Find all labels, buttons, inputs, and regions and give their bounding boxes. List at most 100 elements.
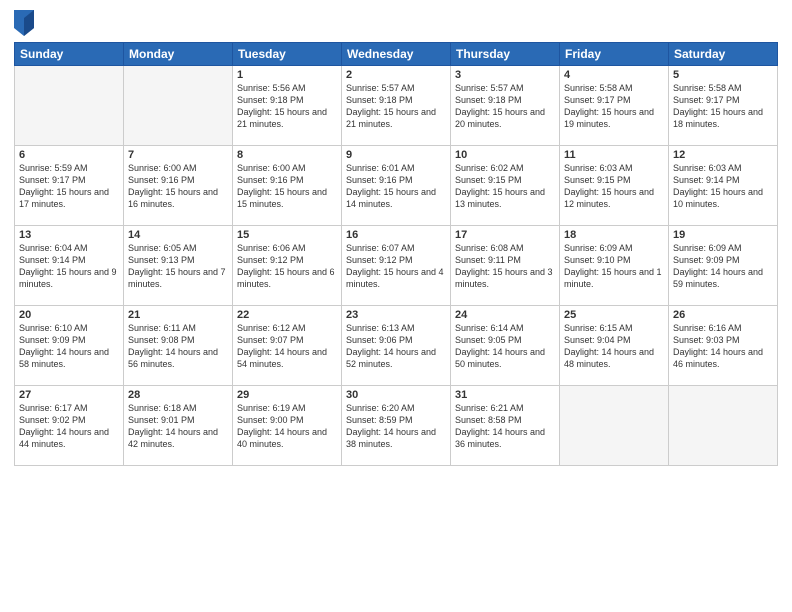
day-number: 8 bbox=[237, 149, 337, 161]
calendar-day-cell: 27 Sunrise: 6:17 AM Sunset: 9:02 PM Dayl… bbox=[15, 386, 124, 466]
day-number: 12 bbox=[673, 149, 773, 161]
calendar-day-cell: 7 Sunrise: 6:00 AM Sunset: 9:16 PM Dayli… bbox=[124, 146, 233, 226]
day-number: 21 bbox=[128, 309, 228, 321]
calendar-day-cell: 26 Sunrise: 6:16 AM Sunset: 9:03 PM Dayl… bbox=[669, 306, 778, 386]
day-number: 18 bbox=[564, 229, 664, 241]
logo-icon bbox=[14, 10, 34, 36]
day-info: Sunrise: 5:56 AM Sunset: 9:18 PM Dayligh… bbox=[237, 82, 337, 131]
calendar-day-cell: 10 Sunrise: 6:02 AM Sunset: 9:15 PM Dayl… bbox=[451, 146, 560, 226]
calendar-day-cell: 29 Sunrise: 6:19 AM Sunset: 9:00 PM Dayl… bbox=[233, 386, 342, 466]
calendar-day-cell: 6 Sunrise: 5:59 AM Sunset: 9:17 PM Dayli… bbox=[15, 146, 124, 226]
day-number: 25 bbox=[564, 309, 664, 321]
weekday-header-cell: Wednesday bbox=[342, 43, 451, 66]
day-info: Sunrise: 6:11 AM Sunset: 9:08 PM Dayligh… bbox=[128, 322, 228, 371]
day-number: 3 bbox=[455, 69, 555, 81]
calendar-day-cell: 13 Sunrise: 6:04 AM Sunset: 9:14 PM Dayl… bbox=[15, 226, 124, 306]
calendar-day-cell bbox=[124, 66, 233, 146]
calendar-day-cell: 24 Sunrise: 6:14 AM Sunset: 9:05 PM Dayl… bbox=[451, 306, 560, 386]
page-header bbox=[14, 10, 778, 36]
weekday-header-cell: Friday bbox=[560, 43, 669, 66]
day-number: 11 bbox=[564, 149, 664, 161]
day-info: Sunrise: 5:58 AM Sunset: 9:17 PM Dayligh… bbox=[673, 82, 773, 131]
calendar-week-row: 27 Sunrise: 6:17 AM Sunset: 9:02 PM Dayl… bbox=[15, 386, 778, 466]
day-info: Sunrise: 6:10 AM Sunset: 9:09 PM Dayligh… bbox=[19, 322, 119, 371]
day-info: Sunrise: 5:59 AM Sunset: 9:17 PM Dayligh… bbox=[19, 162, 119, 211]
weekday-header-cell: Monday bbox=[124, 43, 233, 66]
weekday-header-cell: Tuesday bbox=[233, 43, 342, 66]
day-info: Sunrise: 6:07 AM Sunset: 9:12 PM Dayligh… bbox=[346, 242, 446, 291]
calendar-day-cell: 31 Sunrise: 6:21 AM Sunset: 8:58 PM Dayl… bbox=[451, 386, 560, 466]
day-info: Sunrise: 6:12 AM Sunset: 9:07 PM Dayligh… bbox=[237, 322, 337, 371]
calendar-day-cell: 4 Sunrise: 5:58 AM Sunset: 9:17 PM Dayli… bbox=[560, 66, 669, 146]
calendar-day-cell: 22 Sunrise: 6:12 AM Sunset: 9:07 PM Dayl… bbox=[233, 306, 342, 386]
day-info: Sunrise: 6:13 AM Sunset: 9:06 PM Dayligh… bbox=[346, 322, 446, 371]
calendar-day-cell bbox=[560, 386, 669, 466]
day-info: Sunrise: 6:03 AM Sunset: 9:14 PM Dayligh… bbox=[673, 162, 773, 211]
day-info: Sunrise: 6:08 AM Sunset: 9:11 PM Dayligh… bbox=[455, 242, 555, 291]
day-info: Sunrise: 6:09 AM Sunset: 9:09 PM Dayligh… bbox=[673, 242, 773, 291]
day-number: 19 bbox=[673, 229, 773, 241]
day-info: Sunrise: 6:16 AM Sunset: 9:03 PM Dayligh… bbox=[673, 322, 773, 371]
day-info: Sunrise: 6:15 AM Sunset: 9:04 PM Dayligh… bbox=[564, 322, 664, 371]
calendar-day-cell: 25 Sunrise: 6:15 AM Sunset: 9:04 PM Dayl… bbox=[560, 306, 669, 386]
day-number: 14 bbox=[128, 229, 228, 241]
day-number: 30 bbox=[346, 389, 446, 401]
day-number: 16 bbox=[346, 229, 446, 241]
calendar-day-cell: 19 Sunrise: 6:09 AM Sunset: 9:09 PM Dayl… bbox=[669, 226, 778, 306]
day-info: Sunrise: 6:04 AM Sunset: 9:14 PM Dayligh… bbox=[19, 242, 119, 291]
day-number: 17 bbox=[455, 229, 555, 241]
day-number: 20 bbox=[19, 309, 119, 321]
day-info: Sunrise: 6:09 AM Sunset: 9:10 PM Dayligh… bbox=[564, 242, 664, 291]
day-number: 7 bbox=[128, 149, 228, 161]
calendar-day-cell: 30 Sunrise: 6:20 AM Sunset: 8:59 PM Dayl… bbox=[342, 386, 451, 466]
calendar-body: 1 Sunrise: 5:56 AM Sunset: 9:18 PM Dayli… bbox=[15, 66, 778, 466]
day-info: Sunrise: 6:03 AM Sunset: 9:15 PM Dayligh… bbox=[564, 162, 664, 211]
day-number: 26 bbox=[673, 309, 773, 321]
day-info: Sunrise: 6:00 AM Sunset: 9:16 PM Dayligh… bbox=[128, 162, 228, 211]
weekday-header-cell: Saturday bbox=[669, 43, 778, 66]
day-number: 15 bbox=[237, 229, 337, 241]
day-info: Sunrise: 6:19 AM Sunset: 9:00 PM Dayligh… bbox=[237, 402, 337, 451]
day-info: Sunrise: 6:02 AM Sunset: 9:15 PM Dayligh… bbox=[455, 162, 555, 211]
weekday-header-cell: Sunday bbox=[15, 43, 124, 66]
calendar-day-cell: 5 Sunrise: 5:58 AM Sunset: 9:17 PM Dayli… bbox=[669, 66, 778, 146]
calendar-day-cell: 15 Sunrise: 6:06 AM Sunset: 9:12 PM Dayl… bbox=[233, 226, 342, 306]
calendar-page: SundayMondayTuesdayWednesdayThursdayFrid… bbox=[0, 0, 792, 612]
calendar-day-cell bbox=[669, 386, 778, 466]
day-info: Sunrise: 6:00 AM Sunset: 9:16 PM Dayligh… bbox=[237, 162, 337, 211]
calendar-day-cell: 16 Sunrise: 6:07 AM Sunset: 9:12 PM Dayl… bbox=[342, 226, 451, 306]
day-number: 13 bbox=[19, 229, 119, 241]
calendar-week-row: 1 Sunrise: 5:56 AM Sunset: 9:18 PM Dayli… bbox=[15, 66, 778, 146]
day-number: 6 bbox=[19, 149, 119, 161]
day-number: 27 bbox=[19, 389, 119, 401]
day-info: Sunrise: 6:17 AM Sunset: 9:02 PM Dayligh… bbox=[19, 402, 119, 451]
day-info: Sunrise: 6:21 AM Sunset: 8:58 PM Dayligh… bbox=[455, 402, 555, 451]
calendar-day-cell: 23 Sunrise: 6:13 AM Sunset: 9:06 PM Dayl… bbox=[342, 306, 451, 386]
day-info: Sunrise: 5:57 AM Sunset: 9:18 PM Dayligh… bbox=[455, 82, 555, 131]
calendar-day-cell: 18 Sunrise: 6:09 AM Sunset: 9:10 PM Dayl… bbox=[560, 226, 669, 306]
calendar-day-cell bbox=[15, 66, 124, 146]
day-info: Sunrise: 6:20 AM Sunset: 8:59 PM Dayligh… bbox=[346, 402, 446, 451]
day-info: Sunrise: 6:18 AM Sunset: 9:01 PM Dayligh… bbox=[128, 402, 228, 451]
day-number: 5 bbox=[673, 69, 773, 81]
calendar-week-row: 13 Sunrise: 6:04 AM Sunset: 9:14 PM Dayl… bbox=[15, 226, 778, 306]
calendar-day-cell: 2 Sunrise: 5:57 AM Sunset: 9:18 PM Dayli… bbox=[342, 66, 451, 146]
day-info: Sunrise: 6:05 AM Sunset: 9:13 PM Dayligh… bbox=[128, 242, 228, 291]
day-number: 31 bbox=[455, 389, 555, 401]
day-number: 23 bbox=[346, 309, 446, 321]
day-info: Sunrise: 5:58 AM Sunset: 9:17 PM Dayligh… bbox=[564, 82, 664, 131]
calendar-day-cell: 9 Sunrise: 6:01 AM Sunset: 9:16 PM Dayli… bbox=[342, 146, 451, 226]
weekday-header-cell: Thursday bbox=[451, 43, 560, 66]
day-number: 9 bbox=[346, 149, 446, 161]
day-number: 22 bbox=[237, 309, 337, 321]
calendar-day-cell: 12 Sunrise: 6:03 AM Sunset: 9:14 PM Dayl… bbox=[669, 146, 778, 226]
calendar-table: SundayMondayTuesdayWednesdayThursdayFrid… bbox=[14, 42, 778, 466]
weekday-header-row: SundayMondayTuesdayWednesdayThursdayFrid… bbox=[15, 43, 778, 66]
calendar-day-cell: 20 Sunrise: 6:10 AM Sunset: 9:09 PM Dayl… bbox=[15, 306, 124, 386]
calendar-week-row: 20 Sunrise: 6:10 AM Sunset: 9:09 PM Dayl… bbox=[15, 306, 778, 386]
calendar-day-cell: 3 Sunrise: 5:57 AM Sunset: 9:18 PM Dayli… bbox=[451, 66, 560, 146]
calendar-day-cell: 8 Sunrise: 6:00 AM Sunset: 9:16 PM Dayli… bbox=[233, 146, 342, 226]
calendar-week-row: 6 Sunrise: 5:59 AM Sunset: 9:17 PM Dayli… bbox=[15, 146, 778, 226]
day-number: 1 bbox=[237, 69, 337, 81]
day-number: 24 bbox=[455, 309, 555, 321]
